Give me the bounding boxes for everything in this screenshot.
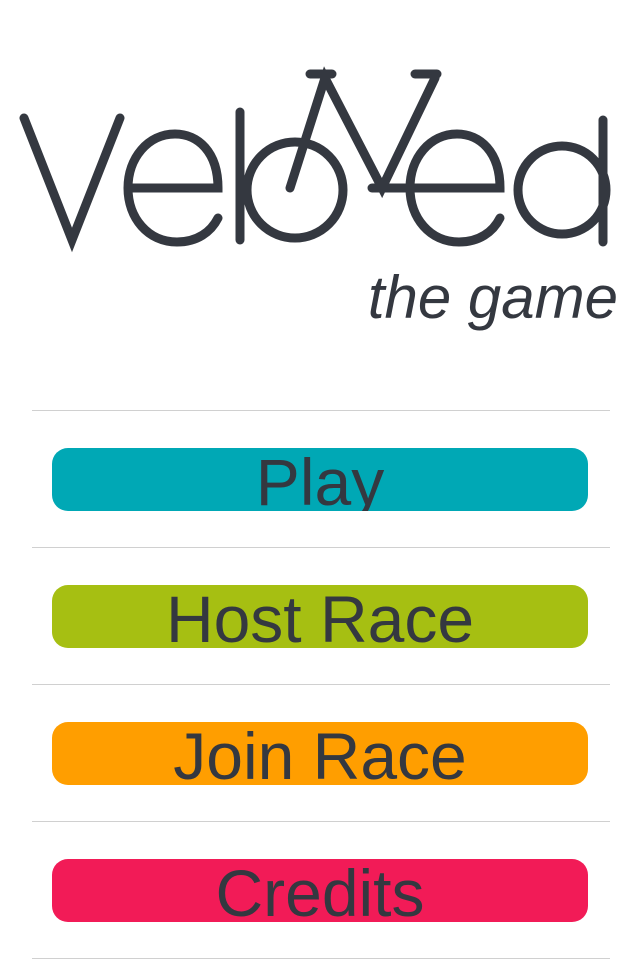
play-button-label: Play: [255, 448, 385, 512]
credits-button-label: Credits: [215, 859, 425, 923]
main-menu: Play Host Race Join Race Credits: [32, 410, 610, 959]
join-race-button-label: Join Race: [173, 722, 467, 786]
app-logo: the game: [0, 0, 640, 340]
menu-row-play: Play: [32, 411, 610, 547]
bike-front-wheel: [242, 137, 348, 243]
menu-row-join-race: Join Race: [32, 685, 610, 821]
host-race-button[interactable]: Host Race: [52, 585, 588, 648]
play-button[interactable]: Play: [52, 448, 588, 511]
menu-divider: [32, 958, 610, 959]
logo-letter-d-bowl: [513, 141, 611, 239]
logo-letter-e-2: [405, 129, 505, 247]
join-race-button[interactable]: Join Race: [52, 722, 588, 785]
logo-letter-v: [19, 113, 125, 253]
menu-row-host-race: Host Race: [32, 548, 610, 684]
credits-button[interactable]: Credits: [52, 859, 588, 922]
logo-subtitle: the game: [367, 264, 618, 331]
menu-row-credits: Credits: [32, 822, 610, 958]
host-race-button-label: Host Race: [165, 585, 475, 649]
logo-letter-e: [123, 129, 223, 247]
